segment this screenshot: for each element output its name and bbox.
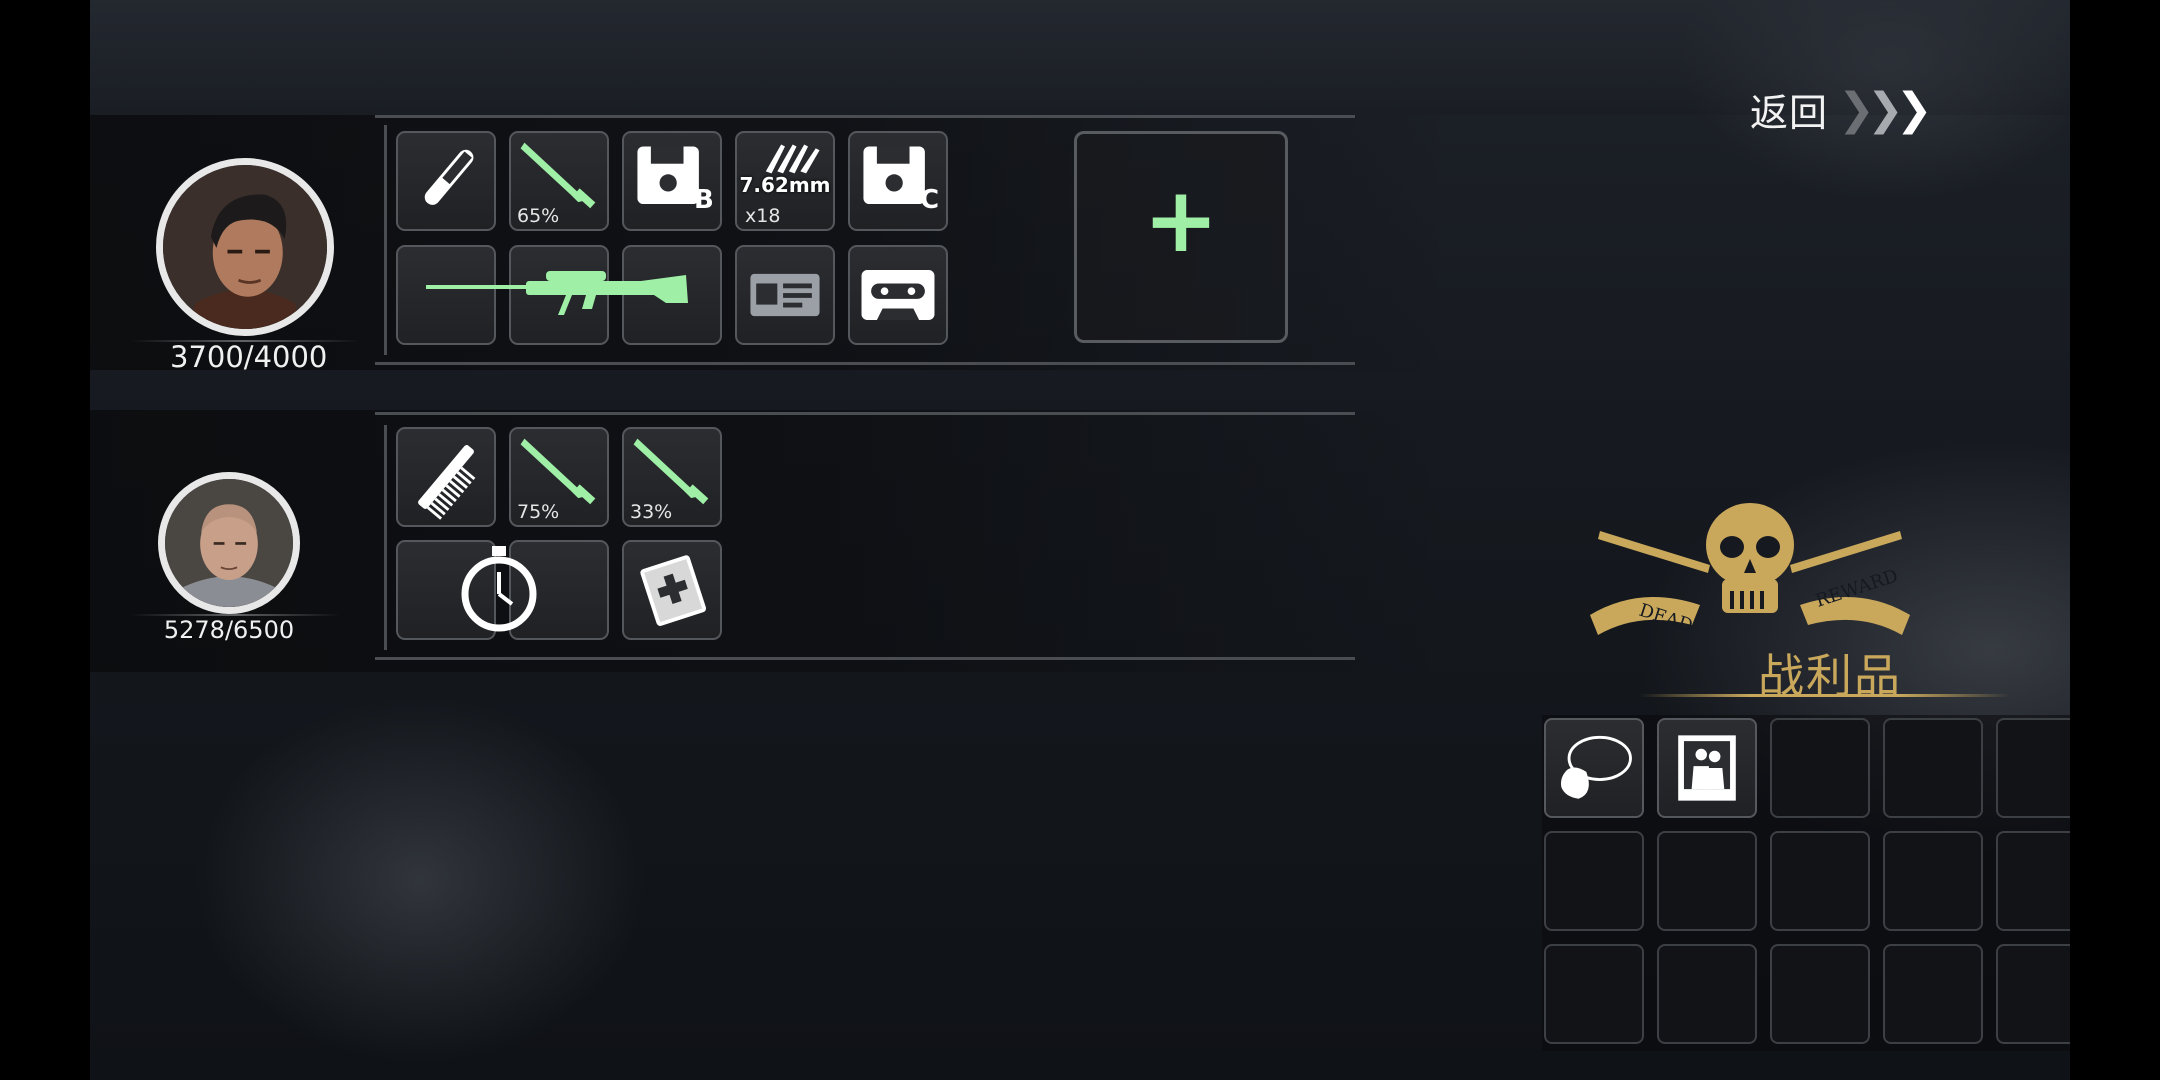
inventory-slot-knife[interactable]: 33% [622, 427, 722, 527]
durability-label: 65% [517, 205, 560, 227]
triple-chevron-right-icon: ❯❯❯ [1838, 84, 1933, 135]
loot-slot-empty[interactable] [1883, 718, 1983, 818]
back-label: 返回 [1750, 91, 1829, 135]
skull-crossed-rifles-icon: DEAD REWARD [1590, 503, 1910, 637]
first-aid-book-icon [640, 555, 707, 626]
inventory-slot-floppy-c[interactable]: C [848, 131, 948, 231]
durability-label: 75% [517, 501, 560, 523]
loot-slot-empty[interactable] [1996, 944, 2070, 1044]
hp-value: 3700/4000 [170, 340, 328, 374]
caliber-label: 7.62mm [739, 173, 831, 197]
hp-value: 5278/6500 [163, 616, 295, 644]
inventory-slot-id-card[interactable] [735, 245, 835, 345]
inventory-slot-comb[interactable] [396, 427, 496, 527]
portrait-young-man-icon [163, 165, 327, 329]
loot-grid [1542, 715, 2070, 1051]
necklace-pouch-icon [1560, 735, 1632, 799]
inventory-slot-knife[interactable]: 75% [509, 427, 609, 527]
avatar[interactable] [158, 472, 300, 614]
panel-top-divider [375, 115, 1355, 118]
panel-bottom-divider [375, 362, 1355, 365]
loot-slot-empty[interactable] [1770, 831, 1870, 931]
loot-slot-necklace[interactable] [1544, 718, 1644, 818]
inventory-slot-first-aid[interactable] [622, 540, 722, 640]
id-card-icon [750, 273, 820, 317]
loot-slot-empty[interactable] [1883, 831, 1983, 931]
loot-slot-empty[interactable] [1996, 831, 2070, 931]
loot-slot-empty[interactable] [1544, 831, 1644, 931]
loot-slot-empty[interactable] [1770, 718, 1870, 818]
grade-label: B [694, 185, 714, 215]
test-tube-icon [424, 149, 474, 205]
panel-bottom-divider [375, 657, 1355, 660]
add-slot-button[interactable]: + [1074, 131, 1288, 343]
panel-vertical-divider [384, 125, 387, 355]
plus-icon: + [1143, 168, 1219, 273]
inventory-slot-rifle-part-3[interactable] [622, 245, 722, 345]
inventory-slot-test-tube[interactable] [396, 131, 496, 231]
loot-slot-empty[interactable] [1996, 718, 2070, 818]
loot-slot-empty[interactable] [1770, 944, 1870, 1044]
loot-title-underline [1640, 694, 2010, 697]
durability-label: 33% [630, 501, 673, 523]
comb-icon [418, 445, 476, 520]
panel-vertical-divider [384, 425, 387, 650]
hp-divider [130, 340, 360, 342]
cassette-tape-icon [861, 270, 935, 320]
avatar[interactable] [156, 158, 334, 336]
inventory-slot-stopwatch-1[interactable] [396, 540, 496, 640]
inventory-slot-floppy-b[interactable]: B [622, 131, 722, 231]
inventory-slot-cassette[interactable] [848, 245, 948, 345]
loot-slot-empty[interactable] [1883, 944, 1983, 1044]
loot-slot-empty[interactable] [1657, 944, 1757, 1044]
grade-label: C [920, 185, 940, 215]
panel-top-divider [375, 412, 1355, 415]
inventory-slot-stopwatch-2[interactable] [509, 540, 609, 640]
game-screen: 返回 ❯❯❯ 3700/4000 65% B 7.62mm x18 C + 52… [90, 0, 2070, 1080]
portrait-old-man-icon [165, 479, 293, 607]
loot-slot-empty[interactable] [1657, 831, 1757, 931]
photo-icon [1678, 735, 1736, 801]
inventory-slot-ammo[interactable]: 7.62mm x18 [735, 131, 835, 231]
back-button[interactable]: 返回 ❯❯❯ [1750, 82, 1933, 137]
inventory-slot-knife[interactable]: 65% [509, 131, 609, 231]
loot-slot-photo[interactable] [1657, 718, 1757, 818]
ammo-count: x18 [745, 205, 781, 227]
hp-divider [130, 614, 340, 616]
inventory-slot-rifle-part-2[interactable] [509, 245, 609, 345]
loot-slot-empty[interactable] [1544, 944, 1644, 1044]
inventory-slot-rifle-part-1[interactable] [396, 245, 496, 345]
